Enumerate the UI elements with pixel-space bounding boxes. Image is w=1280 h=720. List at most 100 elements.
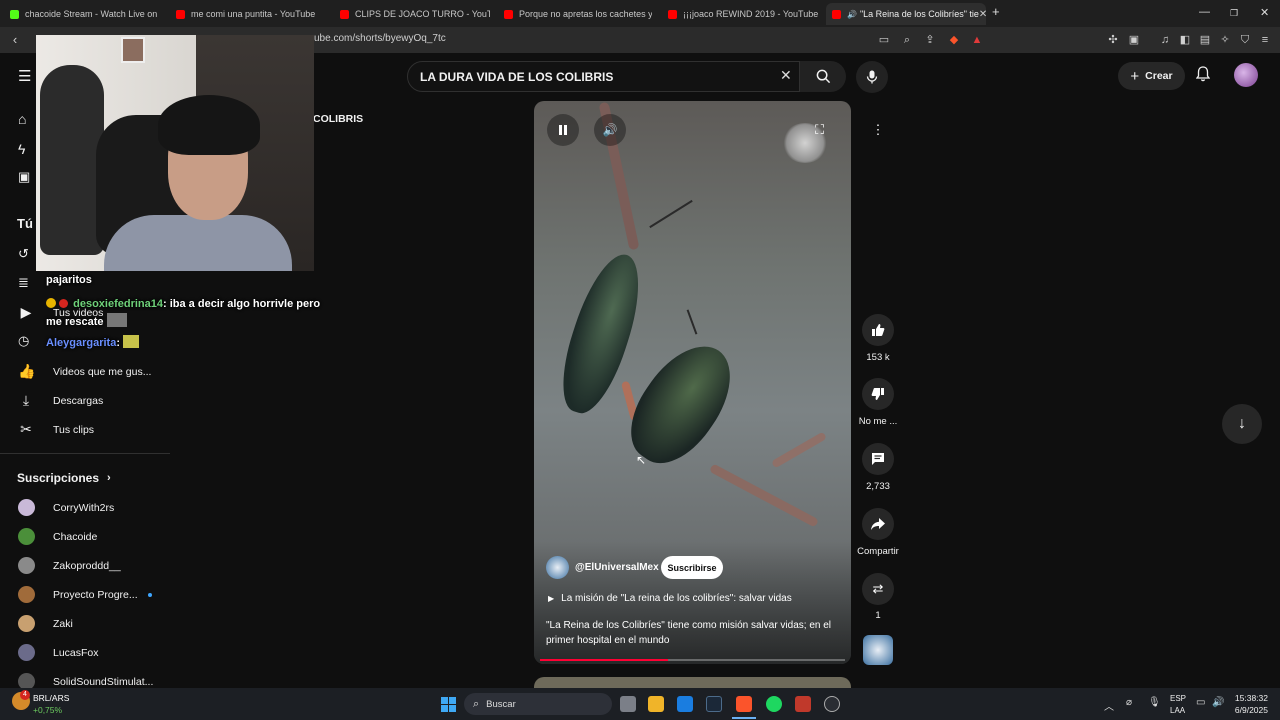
address-bar[interactable]: ube.com/shorts/byewyOq_7tc <box>314 33 446 44</box>
subscription-item[interactable]: Chacoide <box>0 522 170 551</box>
sidebar-item-liked-videos[interactable]: 👍 Videos que me gus... <box>0 357 170 386</box>
back-icon[interactable]: ‹ <box>9 33 21 46</box>
channel-avatar <box>18 528 35 545</box>
music-icon[interactable]: ♫ <box>1159 34 1171 46</box>
extensions-icon[interactable]: ✣ <box>1107 34 1119 46</box>
dislike-button[interactable] <box>862 378 894 410</box>
capture-icon[interactable]: ▣ <box>1128 34 1140 46</box>
new-tab-button[interactable]: + <box>992 4 1000 19</box>
browser-tab[interactable]: chacoide Stream - Watch Live on <box>10 3 160 25</box>
subscriptions-icon[interactable]: ▣ <box>18 169 30 185</box>
browser-tab-active[interactable]: 🔊 "La Reina de los Colibríes" tie ✕ <box>826 3 986 25</box>
menu-icon[interactable]: ≡ <box>1259 34 1271 46</box>
you-section-header[interactable]: Tú <box>17 216 33 231</box>
account-avatar[interactable] <box>1234 63 1258 87</box>
subscription-item[interactable]: Zakoproddd__ <box>0 551 170 580</box>
related-video-title: La misión de "La reina de los colibríes"… <box>561 593 792 604</box>
share-label: Compartir <box>857 546 899 557</box>
restore-icon[interactable]: ❐ <box>1230 8 1238 19</box>
history-icon[interactable]: ↺ <box>18 246 29 262</box>
speaker-icon[interactable]: 🔊 <box>1212 697 1224 708</box>
browser-tab[interactable]: ¡¡¡joaco REWIND 2019 - YouTube <box>668 3 818 25</box>
pause-button[interactable] <box>547 114 579 146</box>
next-short-button[interactable]: ↓ <box>1222 404 1262 444</box>
clock-time[interactable]: 15:38:32 <box>1234 693 1268 703</box>
zoom-icon[interactable]: ⌕ <box>901 34 913 46</box>
chevron-up-icon[interactable]: ︿ <box>1104 698 1114 713</box>
brave-browser-icon[interactable] <box>736 696 752 712</box>
app-icon[interactable] <box>795 696 811 712</box>
comments-button[interactable] <box>862 443 894 475</box>
search-input[interactable]: LA DURA VIDA DE LOS COLIBRIS <box>407 61 800 92</box>
notifications-bell-icon[interactable] <box>1195 66 1211 85</box>
create-button[interactable]: + Crear <box>1118 62 1185 90</box>
channel-avatar[interactable] <box>546 556 569 579</box>
monitor-icon[interactable]: ▭ <box>1196 697 1205 708</box>
brave-shield-icon[interactable]: ◆ <box>948 34 960 46</box>
subscription-item[interactable]: Proyecto Progre... <box>0 580 170 609</box>
more-vertical-icon: ⋮ <box>871 122 885 137</box>
sound-source-thumbnail[interactable] <box>863 635 893 665</box>
channel-handle[interactable]: @ElUniversalMex <box>575 562 659 573</box>
channel-name: SolidSoundStimulat... <box>53 675 154 688</box>
channel-avatar <box>18 499 35 516</box>
progress-track[interactable] <box>540 659 845 661</box>
steam-icon[interactable] <box>706 696 722 712</box>
share-button[interactable] <box>862 508 894 540</box>
clear-search-icon[interactable]: ✕ <box>780 67 792 84</box>
subscription-item[interactable]: CorryWith2rs <box>0 493 170 522</box>
browser-tab[interactable]: CLIPS DE JOACO TURRO - YouTube <box>340 3 490 25</box>
hamburger-menu-icon[interactable]: ☰ <box>18 67 31 85</box>
tab-title: Porque no apretas los cachetes y me <box>519 9 652 19</box>
sidebar-item-clips[interactable]: ✂ Tus clips <box>0 415 170 444</box>
rewards-icon[interactable]: ▲ <box>971 34 983 46</box>
like-button[interactable] <box>862 314 894 346</box>
search-button[interactable] <box>800 61 846 92</box>
start-button[interactable] <box>441 697 456 712</box>
minimize-icon[interactable]: — <box>1199 6 1210 18</box>
sidebar-item-downloads[interactable]: ⤓ Descargas <box>0 386 170 415</box>
browser-tab[interactable]: Porque no apretas los cachetes y me <box>504 3 652 25</box>
subscriptions-header[interactable]: Suscripciones › <box>17 471 111 485</box>
tab-title: ¡¡¡joaco REWIND 2019 - YouTube <box>683 9 818 19</box>
volume-button[interactable]: 🔊 <box>594 114 626 146</box>
shorts-icon[interactable]: ϟ <box>18 141 25 157</box>
file-explorer-icon[interactable] <box>648 696 664 712</box>
browser-tab[interactable]: me comi una puntita - YouTube <box>176 3 326 25</box>
app-icon[interactable] <box>824 696 840 712</box>
wallet-icon[interactable]: ▤ <box>1199 34 1211 46</box>
watch-later-icon[interactable]: ◷ <box>18 333 29 349</box>
network-off-icon[interactable]: ⌀ <box>1126 697 1132 708</box>
language-code[interactable]: ESP <box>1170 694 1186 703</box>
shorts-video-player[interactable]: 🔊 ⛶ @ElUniversalMex Suscribirse ▶ La mis… <box>534 101 851 664</box>
hummingbird-beak <box>649 199 693 229</box>
spotify-icon[interactable] <box>766 696 782 712</box>
microphone-icon[interactable]: 🎙 <box>1148 697 1161 708</box>
fullscreen-icon[interactable]: ⛶ <box>815 122 824 138</box>
taskbar-search[interactable]: ⌕ Buscar <box>464 693 612 715</box>
channel-name: Proyecto Progre... <box>53 588 138 601</box>
subscription-item[interactable]: Zaki <box>0 609 170 638</box>
arrow-down-icon: ↓ <box>1238 415 1246 432</box>
keyboard-layout[interactable]: LAA <box>1170 706 1185 715</box>
leo-icon[interactable]: ✧ <box>1219 34 1231 46</box>
related-video-link[interactable]: ▶ La misión de "La reina de los colibríe… <box>548 593 792 604</box>
home-icon[interactable]: ⌂ <box>18 111 26 127</box>
subscribe-button[interactable]: Suscribirse <box>661 556 723 579</box>
chat-message: Aleygargarita: <box>46 335 140 349</box>
subscription-item[interactable]: LucasFox <box>0 638 170 667</box>
vpn-icon[interactable]: ⛉ <box>1239 34 1251 46</box>
close-tab-icon[interactable]: ✕ <box>979 9 986 20</box>
sidebar-toggle-icon[interactable]: ◧ <box>1179 34 1191 46</box>
share-page-icon[interactable]: ⇪ <box>924 34 936 46</box>
more-options-button[interactable]: ⋮ <box>862 114 894 146</box>
remix-button[interactable]: ⇄ <box>862 573 894 605</box>
close-window-icon[interactable]: ✕ <box>1260 6 1269 19</box>
voice-search-button[interactable] <box>856 61 888 93</box>
clock-date[interactable]: 6/9/2025 <box>1230 705 1268 715</box>
screen-icon[interactable]: ▭ <box>878 34 890 46</box>
edge-browser-icon[interactable] <box>677 696 693 712</box>
playlists-icon[interactable]: ≣ <box>18 275 29 291</box>
task-view-icon[interactable] <box>620 696 636 712</box>
chat-username: desoxiefedrina14 <box>73 298 163 310</box>
